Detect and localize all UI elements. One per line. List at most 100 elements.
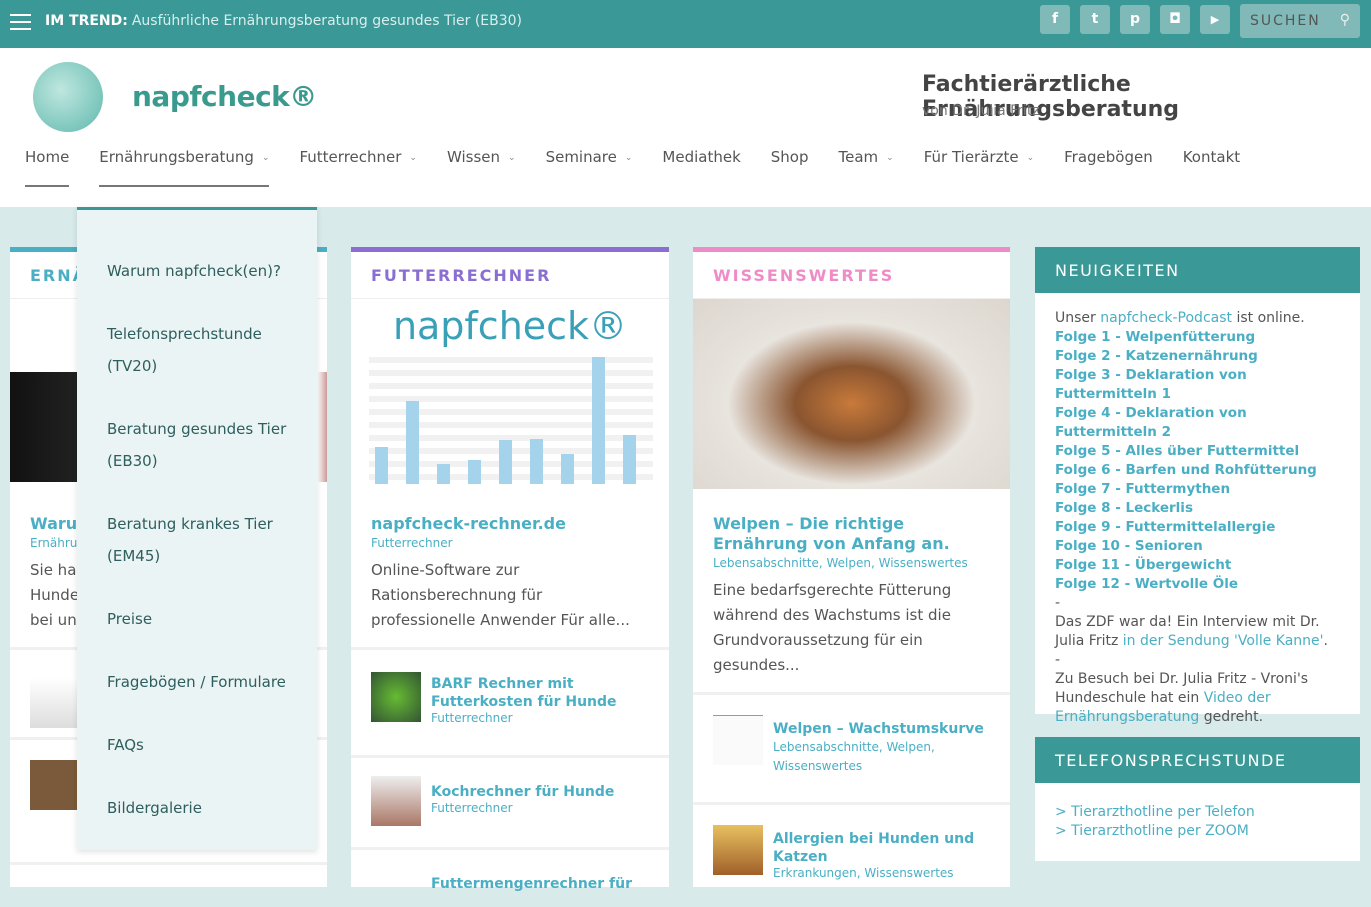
podcast-link[interactable]: napfcheck-Podcast [1100, 310, 1232, 326]
item-categories[interactable]: Lebensabschnitte, Welpen, Wissenswertes [773, 738, 990, 776]
nav-label: Ernährungsberatung [99, 148, 254, 166]
news-text: gedreht. [1199, 709, 1264, 725]
podcast-episode-link[interactable]: Folge 1 - Welpenfütterung [1055, 328, 1340, 347]
podcast-episode-link[interactable]: Folge 8 - Leckerlis [1055, 499, 1340, 518]
zoom-hotline-link[interactable]: > Tierarzthotline per ZOOM [1055, 823, 1249, 839]
dropdown-item[interactable]: Bildergalerie [107, 792, 297, 824]
podcast-episode-link[interactable]: Folge 5 - Alles über Futtermittel [1055, 442, 1340, 461]
nav-label: Kontakt [1182, 148, 1241, 166]
nav-item[interactable]: Futterrechner ⌄ [299, 148, 416, 187]
nav-label: Für Tierärzte [923, 148, 1019, 166]
thumbnail[interactable] [30, 678, 80, 728]
trend-link[interactable]: Ausführliche Ernährungsberatung gesundes… [132, 13, 522, 29]
news-text: . [1323, 633, 1328, 649]
item-title[interactable]: Kochrechner für Hunde [431, 783, 649, 801]
dropdown-item[interactable]: Beratung krankes Tier (EM45) [107, 508, 297, 572]
search-input[interactable]: SUCHEN ⚲ [1240, 4, 1360, 38]
thumbnail[interactable] [371, 776, 421, 826]
chevron-down-icon: ⌄ [261, 153, 270, 163]
chevron-down-icon: ⌄ [624, 153, 633, 163]
logo-text[interactable]: napfcheck® [132, 80, 317, 113]
dropdown-item[interactable]: Warum napfcheck(en)? [107, 255, 297, 287]
post-excerpt: Eine bedarfsgerechte Fütterung während d… [713, 581, 952, 674]
pinterest-icon[interactable]: p [1120, 5, 1150, 34]
post-categories[interactable]: Lebensabschnitte, Welpen, Wissenswertes [713, 556, 968, 570]
featured-image-puppy[interactable] [693, 299, 1010, 489]
podcast-episode-link[interactable]: Folge 9 - Futtermittelallergie [1055, 518, 1340, 537]
item-category[interactable]: Futterrechner [431, 801, 649, 815]
main-nav: Home Ernährungsberatung ⌄ Futterrechner ⌄ Wis… [25, 148, 1270, 187]
image-gridline [369, 383, 653, 389]
nav-item[interactable]: Shop [771, 148, 809, 187]
nav-item[interactable]: Ernährungsberatung ⌄ [99, 148, 270, 187]
menu-icon[interactable] [10, 14, 31, 32]
list-item[interactable]: Kochrechner für Hunde Futterrechner [351, 755, 669, 847]
nav-item[interactable]: Seminare ⌄ [546, 148, 633, 187]
nav-item[interactable]: Team ⌄ [839, 148, 894, 187]
zdf-link[interactable]: in der Sendung 'Volle Kanne' [1123, 633, 1324, 649]
podcast-episode-link[interactable]: Folge 10 - Senioren [1055, 537, 1340, 556]
podcast-episode-link[interactable]: Folge 12 - Wertvolle Öle [1055, 575, 1340, 594]
phone-widget: TELEFONSPRECHSTUNDE > Tierarzthotline pe… [1035, 737, 1360, 861]
chevron-down-icon: ⌄ [886, 153, 894, 163]
list-item[interactable]: Allergien bei Hunden und Katzen Erkrankun… [693, 802, 1010, 902]
post-title[interactable]: Welpen – Die richtige Ernährung von Anfa… [713, 514, 998, 554]
list-item[interactable]: Welpen – Wachstumskurve Lebensabschnitte,… [693, 692, 1010, 802]
top-bar: IM TREND: Ausführliche Ernährungsberatung… [0, 0, 1371, 48]
list-item[interactable]: Futtermengenrechner für [351, 847, 669, 907]
podcast-episode-link[interactable]: Folge 4 - Deklaration von Futtermitteln … [1055, 404, 1340, 442]
dropdown-item[interactable]: Preise [107, 603, 297, 635]
featured-image[interactable]: napfcheck® [361, 304, 659, 494]
post-title[interactable]: napfcheck-rechner.de [371, 514, 566, 533]
nav-label: Mediathek [662, 148, 741, 166]
dropdown-item[interactable]: Telefonsprechstunde (TV20) [107, 318, 297, 382]
image-bar [623, 435, 636, 484]
nav-label: Futterrechner [299, 148, 402, 166]
image-bar [499, 440, 512, 484]
nav-item[interactable]: Mediathek [662, 148, 740, 187]
thumbnail[interactable] [713, 715, 763, 765]
nav-item[interactable]: Kontakt [1183, 148, 1240, 187]
item-title[interactable]: BARF Rechner mit Futterkosten für Hunde [431, 675, 649, 711]
image-bar [592, 357, 605, 484]
nav-item[interactable]: Für Tierärzte ⌄ [924, 148, 1034, 187]
nav-item[interactable]: Wissen ⌄ [447, 148, 516, 187]
item-title[interactable]: Allergien bei Hunden und Katzen [773, 830, 990, 866]
list-item[interactable]: BARF Rechner mit Futterkosten für Hunde F… [351, 647, 669, 755]
item-title[interactable]: Welpen – Wachstumskurve [773, 720, 990, 738]
thumbnail[interactable] [371, 672, 421, 722]
search-icon[interactable]: ⚲ [1340, 12, 1350, 28]
instagram-icon[interactable]: ◘ [1160, 5, 1190, 34]
nav-label: Wissen [446, 148, 501, 166]
thumbnail[interactable] [713, 825, 763, 875]
facebook-icon[interactable]: f [1040, 5, 1070, 34]
logo-image[interactable] [33, 62, 103, 132]
chevron-down-icon: ⌄ [409, 153, 417, 163]
youtube-icon[interactable]: ▶ [1200, 5, 1230, 34]
podcast-episode-link[interactable]: Folge 3 - Deklaration von Futtermitteln … [1055, 366, 1340, 404]
trending-bar[interactable]: IM TREND: Ausführliche Ernährungsberatung… [45, 13, 522, 29]
nav-label: Fragebögen [1064, 148, 1153, 166]
phone-hotline-link[interactable]: > Tierarzthotline per Telefon [1055, 804, 1255, 820]
twitter-icon[interactable]: t [1080, 5, 1110, 34]
card-futterrechner: FUTTERRECHNER napfcheck® napfcheck-rechn… [351, 247, 669, 892]
nav-item[interactable]: Fragebögen [1064, 148, 1153, 187]
trend-label: IM TREND: [45, 13, 128, 29]
podcast-episode-link[interactable]: Folge 2 - Katzenernährung [1055, 347, 1340, 366]
podcast-episode-link[interactable]: Folge 7 - Futtermythen [1055, 480, 1340, 499]
widget-heading: NEUIGKEITEN [1035, 247, 1360, 293]
podcast-episode-link[interactable]: Folge 11 - Übergewicht [1055, 556, 1340, 575]
chevron-down-icon: ⌄ [508, 153, 516, 163]
nav-item[interactable]: Home [25, 148, 70, 187]
thumbnail[interactable] [30, 760, 80, 810]
post-category[interactable]: Futterrechner [371, 536, 453, 550]
dropdown-item[interactable]: Fragebögen / Formulare [107, 666, 297, 698]
item-category[interactable]: Futterrechner [431, 711, 649, 725]
dropdown-item[interactable]: FAQs [107, 729, 297, 761]
dropdown-item[interactable]: Beratung gesundes Tier (EB30) [107, 413, 297, 477]
image-bar [530, 439, 543, 484]
bar-chart-image [369, 357, 653, 484]
image-gridline [369, 357, 653, 363]
divider [10, 862, 327, 865]
podcast-episode-link[interactable]: Folge 6 - Barfen und Rohfütterung [1055, 461, 1340, 480]
